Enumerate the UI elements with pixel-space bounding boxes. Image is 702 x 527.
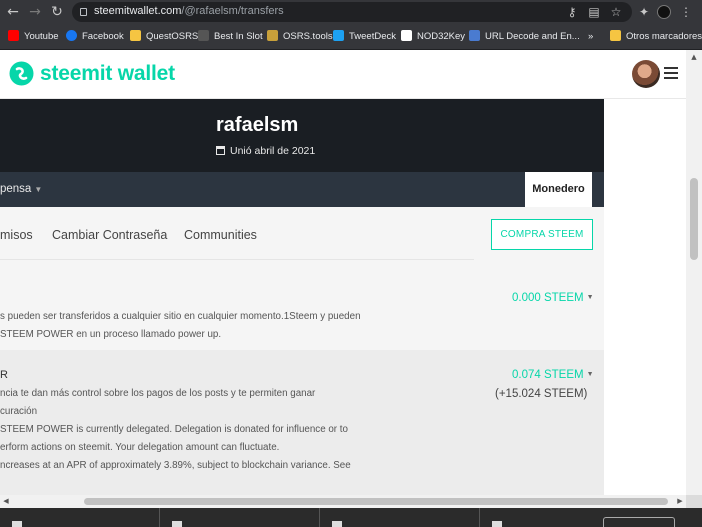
url-text[interactable]: steemitwallet.com/@rafaelsm/transfers (94, 5, 284, 17)
sp-description-line: curación (0, 406, 38, 417)
tab-wallet[interactable]: Monedero (525, 172, 592, 207)
site-logo-text[interactable]: steemit wallet (40, 62, 175, 86)
osrs-tools-icon (267, 30, 278, 41)
bookmark-questosrs[interactable]: QuestOSRS (130, 29, 198, 45)
downloads-bar (0, 508, 702, 527)
download-item[interactable] (160, 508, 320, 527)
download-item[interactable] (480, 508, 600, 527)
steem-description-line: s pueden ser transferidos a cualquier si… (0, 311, 361, 322)
folder-icon (130, 30, 141, 41)
steem-power-dropdown[interactable]: 0.074 STEEM ▼ (512, 369, 594, 381)
sp-description-line: ncia te dan más control sobre los pagos … (0, 388, 316, 399)
url-decode-icon (469, 30, 480, 41)
rewards-dropdown[interactable]: pensa ▼ (0, 183, 42, 195)
scroll-left-arrow-icon[interactable]: ◀ (0, 495, 12, 508)
youtube-icon (8, 30, 19, 41)
steemit-logo-icon[interactable] (9, 61, 34, 86)
nod32key-icon (401, 30, 412, 41)
user-avatar[interactable] (632, 60, 660, 88)
bookmark-url-decode[interactable]: URL Decode and En... (469, 29, 580, 45)
tab-communities[interactable]: Communities (184, 228, 257, 242)
steem-power-title: R (0, 369, 8, 381)
steem-description-line: STEEM POWER en un proceso llamado power … (0, 329, 222, 340)
sp-description-line: STEEM POWER is currently delegated. Dele… (0, 424, 348, 435)
steem-balance-row: s pueden ser transferidos a cualquier si… (0, 260, 604, 350)
facebook-icon (66, 30, 77, 41)
translate-icon[interactable]: ▤ (586, 4, 602, 20)
sp-description-line: erform actions on steemit. Your delegati… (0, 442, 280, 453)
wallet-tabs: misos Cambiar Contraseña Communities COM… (0, 207, 604, 259)
download-item[interactable] (320, 508, 480, 527)
back-arrow-icon[interactable]: ← (4, 3, 22, 21)
browser-toolbar: ← → ↻ steemitwallet.com/@rafaelsm/transf… (0, 0, 702, 24)
file-icon (332, 521, 342, 527)
bookmark-osrs-tools[interactable]: OSRS.tools (267, 29, 333, 45)
other-bookmarks-folder[interactable]: Otros marcadores (610, 29, 702, 45)
bestinslot-icon (198, 30, 209, 41)
vertical-scroll-thumb[interactable] (690, 178, 698, 260)
profile-subnav: pensa ▼ Monedero (0, 172, 604, 207)
star-icon[interactable]: ☆ (608, 4, 624, 20)
tab-change-password[interactable]: Cambiar Contraseña (52, 228, 167, 242)
caret-down-icon: ▼ (586, 371, 594, 378)
more-bookmarks-chevron-icon[interactable]: » (588, 29, 593, 45)
steem-power-row: R ncia te dan más control sobre los pago… (0, 350, 604, 495)
bookmark-bestinslot[interactable]: Best In Slot (198, 29, 263, 45)
url-path: /@rafaelsm/transfers (181, 5, 284, 17)
steem-balance-dropdown[interactable]: 0.000 STEEM ▼ (512, 292, 594, 304)
caret-down-icon: ▼ (34, 185, 43, 194)
file-icon (172, 521, 182, 527)
scroll-up-arrow-icon[interactable]: ▲ (686, 52, 702, 62)
scroll-right-arrow-icon[interactable]: ▶ (674, 495, 686, 508)
profile-avatar-icon[interactable] (657, 5, 671, 19)
site-header: steemit wallet (0, 50, 686, 99)
bookmark-facebook[interactable]: Facebook (66, 29, 124, 45)
file-icon (12, 521, 22, 527)
key-icon[interactable]: ⚷ (564, 4, 580, 20)
calendar-icon (216, 146, 225, 155)
file-icon (492, 521, 502, 527)
scrollbar-corner (686, 495, 702, 508)
extensions-icon[interactable]: ✦ (636, 4, 652, 20)
profile-joined: Unió abril de 2021 (216, 145, 315, 157)
show-all-button[interactable] (603, 517, 675, 527)
bookmark-tweetdeck[interactable]: TweetDeck (333, 29, 396, 45)
profile-username: rafaelsm (216, 114, 299, 136)
sp-description-line: ncreases at an APR of approximately 3.89… (0, 460, 351, 471)
bookmark-nod32key[interactable]: NOD32Key (401, 29, 465, 45)
address-bar[interactable]: steemitwallet.com/@rafaelsm/transfers ⚷ … (72, 2, 632, 22)
horizontal-scrollbar[interactable]: ◀ ▶ (0, 495, 686, 508)
profile-banner: rafaelsm Unió abril de 2021 pensa ▼ Moned… (0, 99, 604, 207)
delegated-amount: (+15.024 STEEM) (495, 388, 588, 400)
wallet-panel: misos Cambiar Contraseña Communities COM… (0, 207, 604, 495)
kebab-menu-icon[interactable]: ⋮ (678, 4, 694, 20)
browser-chrome: ← → ↻ steemitwallet.com/@rafaelsm/transf… (0, 0, 702, 50)
url-domain: steemitwallet.com (94, 5, 182, 17)
caret-down-icon: ▼ (586, 294, 594, 301)
download-item[interactable] (0, 508, 160, 527)
reload-icon[interactable]: ↻ (48, 3, 66, 21)
lock-icon[interactable] (80, 8, 87, 16)
right-gutter (604, 99, 690, 495)
buy-steem-button[interactable]: COMPRA STEEM (491, 219, 593, 250)
hamburger-menu-icon[interactable] (664, 67, 678, 79)
forward-arrow-icon[interactable]: → (26, 3, 44, 21)
folder-icon (610, 30, 621, 41)
horizontal-scroll-thumb[interactable] (84, 498, 668, 505)
vertical-scrollbar[interactable]: ▲ ▼ (686, 50, 702, 508)
bookmark-youtube[interactable]: Youtube (8, 29, 59, 45)
tweetdeck-icon (333, 30, 344, 41)
tab-permissions[interactable]: misos (0, 228, 33, 242)
bookmarks-bar: Youtube Facebook QuestOSRS Best In Slot … (0, 24, 702, 50)
